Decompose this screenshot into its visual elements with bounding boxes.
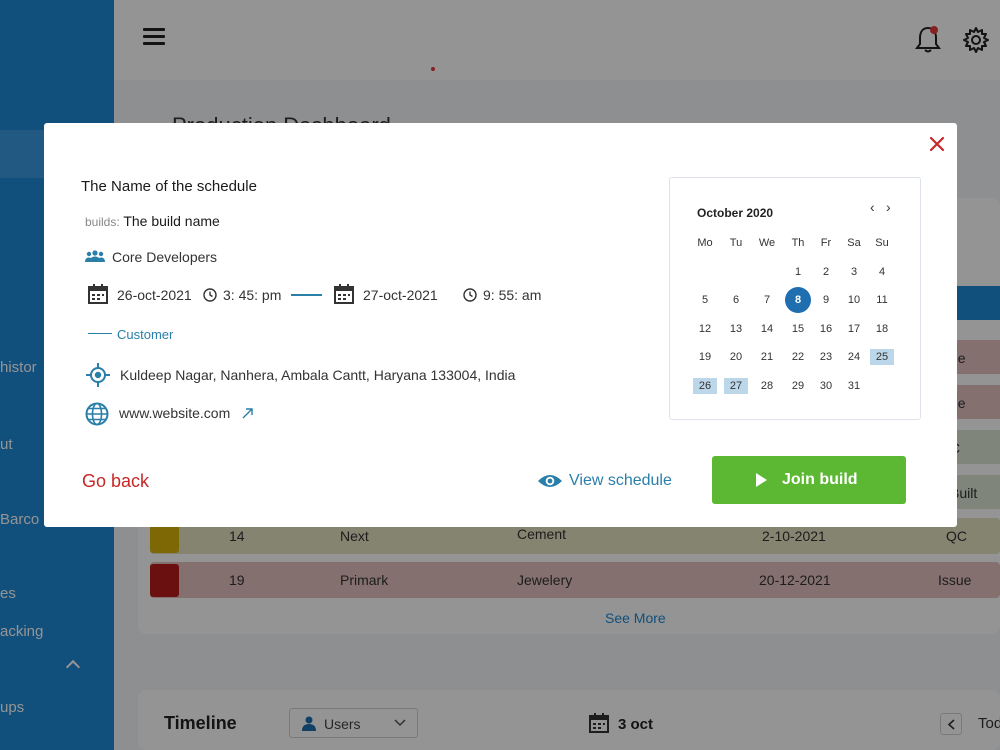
- calendar-day-24[interactable]: 24: [842, 349, 866, 365]
- calendar-icon: [334, 284, 354, 304]
- weekday-header: Sa: [847, 237, 861, 249]
- build-name: The build name: [123, 213, 220, 229]
- weekday-header: Fr: [820, 237, 832, 249]
- globe-icon: [85, 402, 109, 426]
- address: Kuldeep Nagar, Nanhera, Ambala Cantt, Ha…: [120, 367, 516, 383]
- join-build-button[interactable]: Join build: [712, 456, 906, 504]
- weekday-header: Tu: [729, 237, 743, 249]
- end-date: 27-oct-2021: [363, 287, 438, 303]
- start-date: 26-oct-2021: [117, 287, 192, 303]
- weekday-header: Th: [791, 237, 805, 249]
- calendar-prev-month[interactable]: ‹: [870, 199, 875, 215]
- calendar-day-22[interactable]: 22: [786, 349, 810, 365]
- calendar-month-title: October 2020: [697, 206, 774, 220]
- calendar-day-17[interactable]: 17: [842, 321, 866, 337]
- team-icon: [85, 250, 105, 262]
- clock-icon: [203, 288, 217, 302]
- calendar-day-14[interactable]: 14: [755, 321, 779, 337]
- close-icon[interactable]: [927, 134, 947, 154]
- eye-icon: [538, 475, 562, 487]
- calendar-day-30[interactable]: 30: [814, 378, 838, 394]
- location-target-icon: [86, 363, 110, 387]
- calendar-day-7[interactable]: 7: [755, 292, 779, 308]
- calendar-day-1[interactable]: 1: [786, 264, 810, 280]
- calendar-day-18[interactable]: 18: [870, 321, 894, 337]
- builds-line: builds: The build name: [85, 213, 220, 229]
- date-range-separator: [291, 294, 322, 296]
- calendar-day-8[interactable]: 8: [785, 287, 811, 313]
- calendar-day-29[interactable]: 29: [786, 378, 810, 394]
- go-back-button[interactable]: Go back: [82, 471, 149, 492]
- calendar-day-6[interactable]: 6: [724, 292, 748, 308]
- calendar-day-28[interactable]: 28: [755, 378, 779, 394]
- calendar-day-11[interactable]: 11: [870, 292, 894, 308]
- calendar-day-4[interactable]: 4: [870, 264, 894, 280]
- weekday-header: We: [758, 237, 776, 249]
- calendar-day-27[interactable]: 27: [724, 378, 748, 394]
- calendar-day-3[interactable]: 3: [842, 264, 866, 280]
- end-time: 9: 55: am: [483, 287, 542, 303]
- calendar-day-5[interactable]: 5: [693, 292, 717, 308]
- calendar-day-9[interactable]: 9: [814, 292, 838, 308]
- start-time: 3: 45: pm: [223, 287, 282, 303]
- play-icon: [756, 473, 767, 487]
- calendar-next-month[interactable]: ›: [886, 199, 891, 215]
- external-link-icon[interactable]: [242, 408, 253, 419]
- calendar-day-13[interactable]: 13: [724, 321, 748, 337]
- customer-line-decoration: [88, 333, 112, 334]
- schedule-name: The Name of the schedule: [81, 178, 257, 195]
- calendar-icon: [88, 284, 108, 304]
- calendar-day-12[interactable]: 12: [693, 321, 717, 337]
- calendar-day-2[interactable]: 2: [814, 264, 838, 280]
- calendar-day-23[interactable]: 23: [814, 349, 838, 365]
- calendar-day-15[interactable]: 15: [786, 321, 810, 337]
- calendar-day-20[interactable]: 20: [724, 349, 748, 365]
- view-schedule-label: View schedule: [569, 472, 672, 489]
- calendar-day-21[interactable]: 21: [755, 349, 779, 365]
- weekday-header: Su: [875, 237, 889, 249]
- calendar-day-26[interactable]: 26: [693, 378, 717, 394]
- calendar-day-25[interactable]: 25: [870, 349, 894, 365]
- weekday-header: Mo: [697, 237, 713, 249]
- calendar-day-16[interactable]: 16: [814, 321, 838, 337]
- clock-icon: [463, 288, 477, 302]
- calendar-day-19[interactable]: 19: [693, 349, 717, 365]
- builds-label: builds:: [85, 215, 120, 229]
- calendar-day-31[interactable]: 31: [842, 378, 866, 394]
- calendar-day-10[interactable]: 10: [842, 292, 866, 308]
- join-build-label: Join build: [782, 471, 858, 488]
- team-name: Core Developers: [112, 249, 218, 265]
- website-link[interactable]: www.website.com: [119, 405, 230, 421]
- customer-label: Customer: [117, 327, 174, 342]
